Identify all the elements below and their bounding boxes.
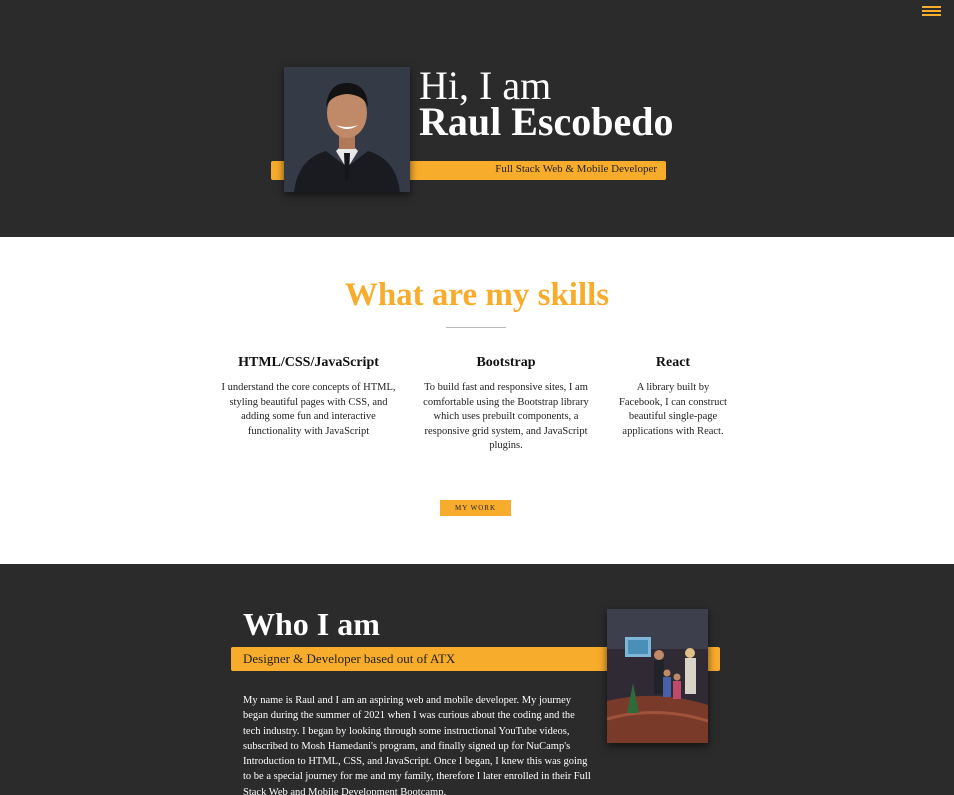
skills-divider bbox=[446, 327, 506, 328]
profile-photo bbox=[284, 67, 410, 192]
hamburger-menu-icon[interactable] bbox=[922, 6, 941, 16]
about-title: Who I am bbox=[243, 606, 380, 642]
skill-description: I understand the core concepts of HTML, … bbox=[221, 382, 396, 437]
hero-section: Full Stack Web & Mobile Developer Hi, I … bbox=[0, 0, 954, 237]
family-photo bbox=[607, 609, 708, 743]
skill-card-bootstrap: Bootstrap To build fast and responsive s… bbox=[420, 355, 592, 454]
skill-title: HTML/CSS/JavaScript bbox=[238, 355, 379, 370]
hero-name: Raul Escobedo bbox=[419, 99, 674, 144]
about-body-text: My name is Raul and I am an aspiring web… bbox=[243, 695, 591, 795]
my-work-button[interactable]: MY WORK bbox=[440, 500, 511, 516]
about-subtitle: Designer & Developer based out of ATX bbox=[243, 651, 456, 666]
skill-title: Bootstrap bbox=[476, 355, 536, 370]
skill-description: A library built by Facebook, I can const… bbox=[619, 382, 727, 437]
skills-title: What are my skills bbox=[344, 277, 610, 313]
skill-card-html-css-js: HTML/CSS/JavaScript I understand the cor… bbox=[221, 355, 396, 439]
hero-subtitle: Full Stack Web & Mobile Developer bbox=[495, 163, 657, 175]
about-section: Who I am Designer & Developer based out … bbox=[0, 564, 954, 795]
skill-card-react: React A library built by Facebook, I can… bbox=[614, 355, 732, 439]
skill-description: To build fast and responsive sites, I am… bbox=[423, 382, 589, 451]
skill-title: React bbox=[655, 355, 691, 370]
